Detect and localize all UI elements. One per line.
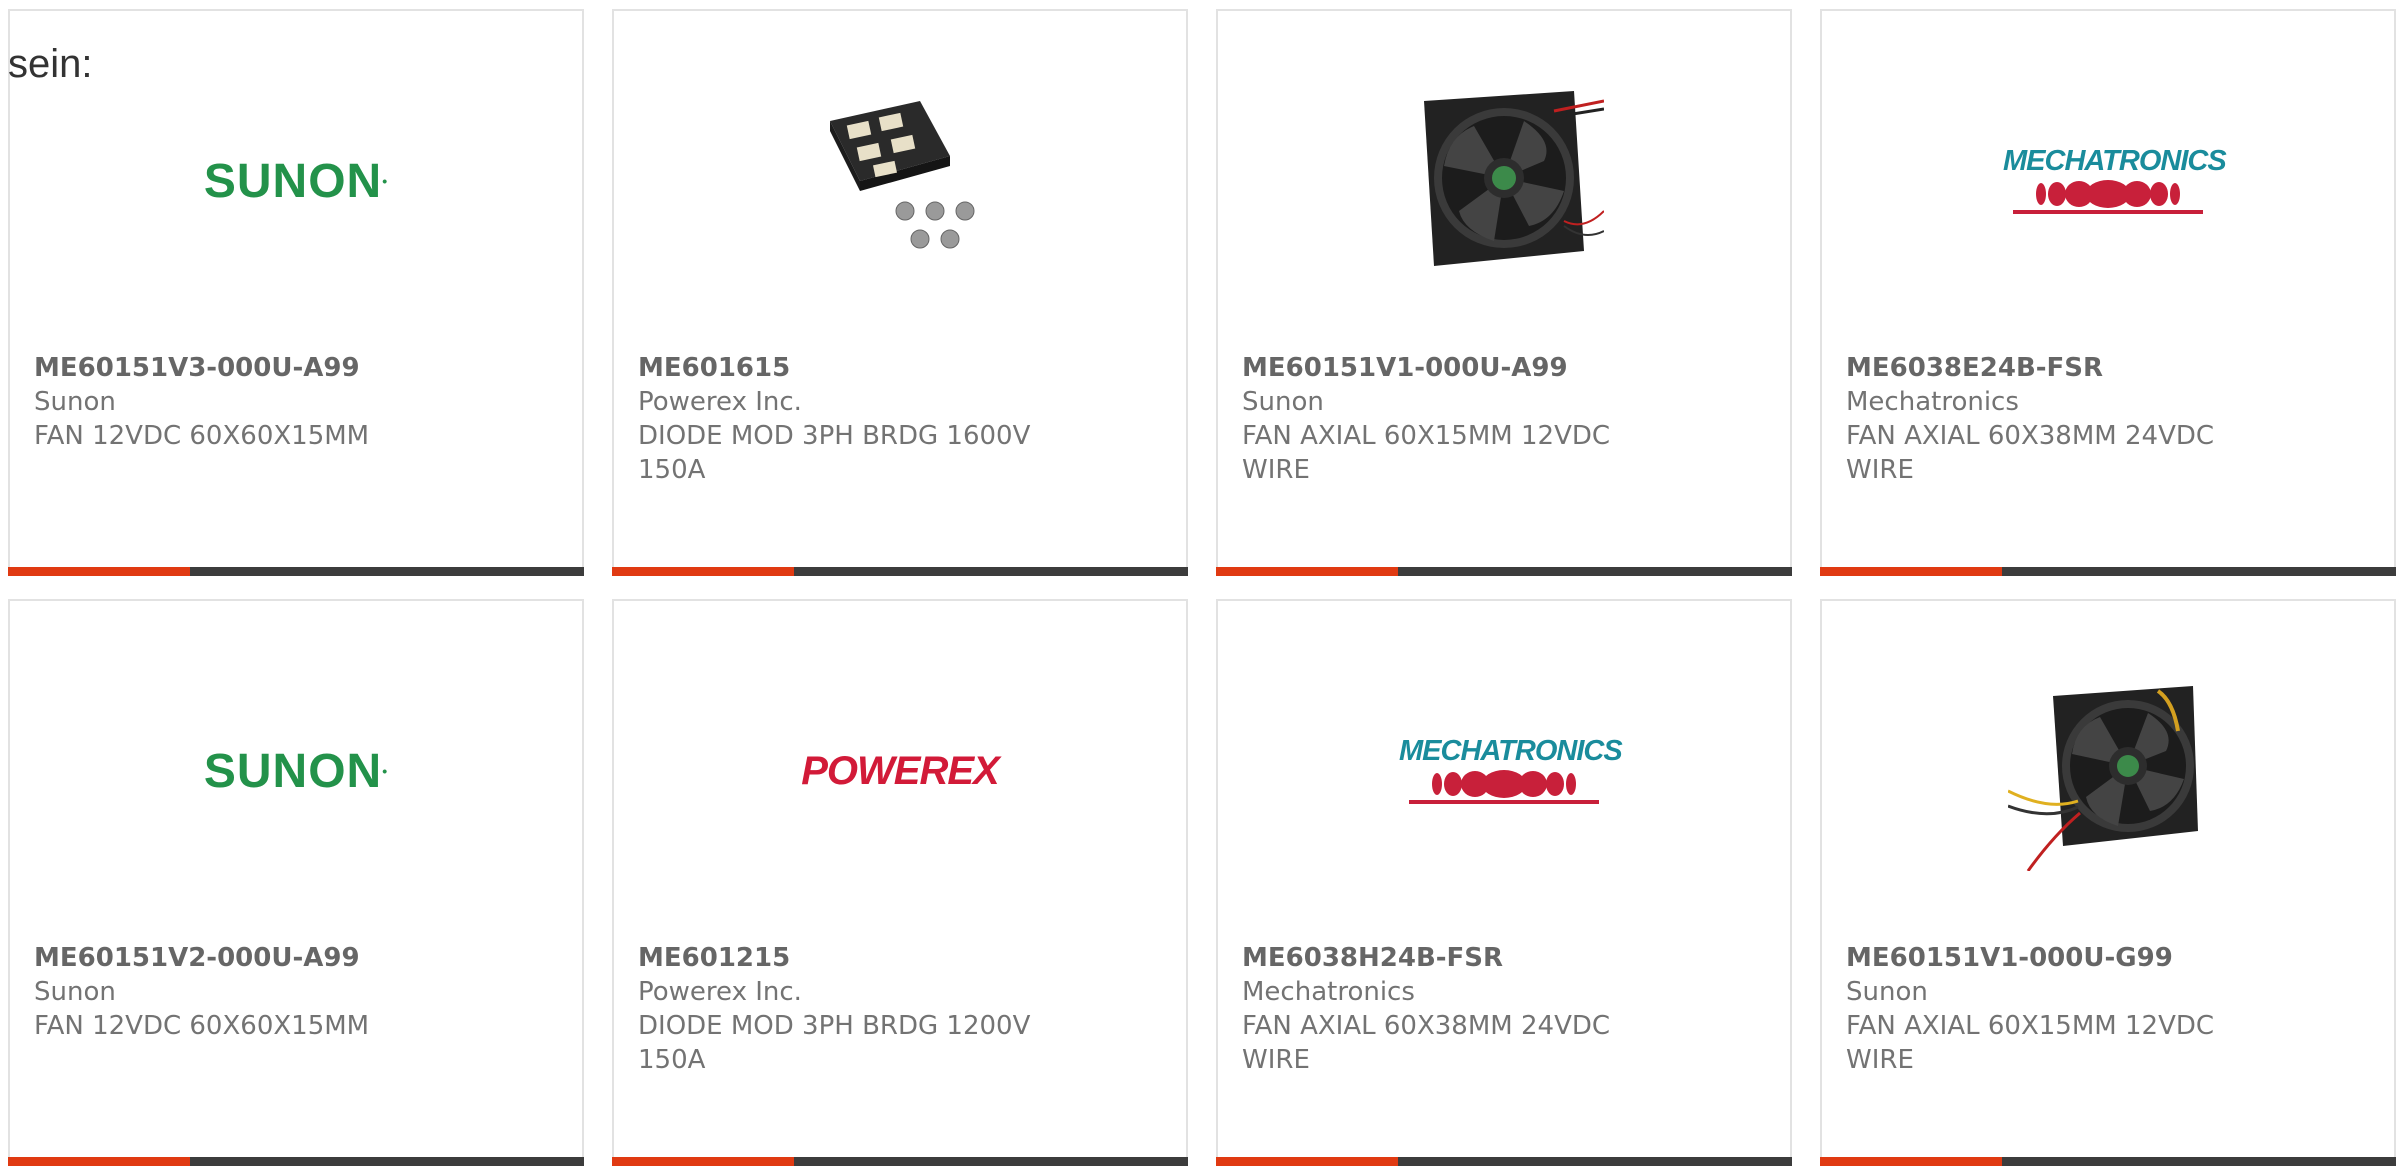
fan-icon (2008, 686, 2198, 871)
card-footer-bar (8, 567, 584, 576)
card-footer-bar (1820, 1157, 2396, 1166)
product-card[interactable]: SUNON • ME60151V3-000U-A99 Sunon FAN 12VD… (8, 9, 584, 576)
card-footer-accent (1820, 1157, 2002, 1166)
part-number: ME60151V1-000U-A99 (1242, 353, 1568, 383)
part-number: ME6038E24B-FSR (1846, 353, 2104, 383)
product-card[interactable]: ME60151V1-000U-A99 Sunon FAN AXIAL 60X15… (1216, 9, 1792, 576)
description: FAN AXIAL 60X15MM 12VDC WIRE (1846, 1011, 2215, 1075)
powerex-logo-text: POWEREX (801, 748, 999, 793)
description: DIODE MOD 3PH BRDG 1600V 150A (638, 421, 1031, 485)
card-footer-bar (612, 1157, 1188, 1166)
card-footer-bar (1820, 567, 2396, 576)
sunon-logo-text: SUNON (203, 154, 383, 208)
mechatronics-emblem-icon (1409, 769, 1599, 804)
part-number: ME6038H24B-FSR (1242, 943, 1504, 973)
diode-module-icon (830, 101, 975, 249)
manufacturer: Sunon (34, 387, 116, 417)
product-card[interactable]: MECHATRONICS ME6038H24B-FSR Mechatronics… (1216, 599, 1792, 1166)
card-footer-accent (612, 567, 794, 576)
fan-icon (1424, 91, 1604, 266)
description: DIODE MOD 3PH BRDG 1200V 150A (638, 1011, 1031, 1075)
description: FAN 12VDC 60X60X15MM (34, 421, 370, 451)
card-footer-accent (1216, 1157, 1398, 1166)
manufacturer: Powerex Inc. (638, 387, 802, 417)
manufacturer: Mechatronics (1242, 977, 1415, 1007)
manufacturer: Sunon (1242, 387, 1324, 417)
manufacturer: Sunon (1846, 977, 1928, 1007)
diode-module-image (614, 71, 1186, 291)
manufacturer: Sunon (34, 977, 116, 1007)
fan-image (1822, 661, 2394, 881)
description: FAN AXIAL 60X38MM 24VDC WIRE (1846, 421, 2215, 485)
sunon-logo: SUNON • (203, 154, 389, 208)
card-footer-accent (8, 1157, 190, 1166)
part-number: ME601615 (638, 353, 791, 383)
card-footer-bar (1216, 567, 1792, 576)
card-footer-accent (612, 1157, 794, 1166)
description: FAN AXIAL 60X15MM 12VDC WIRE (1242, 421, 1611, 485)
part-number: ME60151V1-000U-G99 (1846, 943, 2173, 973)
part-number: ME601215 (638, 943, 791, 973)
product-card[interactable]: POWEREX ME601215 Powerex Inc. DIODE MOD … (612, 599, 1188, 1166)
mechatronics-logo: MECHATRONICS (1822, 71, 2394, 291)
intro-text: sein: (8, 42, 93, 86)
card-footer-bar (8, 1157, 584, 1166)
card-footer-bar (1216, 1157, 1792, 1166)
description: FAN AXIAL 60X38MM 24VDC WIRE (1242, 1011, 1611, 1075)
product-card[interactable]: ME601615 Powerex Inc. DIODE MOD 3PH BRDG… (612, 9, 1188, 576)
sunon-logo: SUNON • (203, 744, 389, 798)
mechatronics-emblem-icon (2013, 179, 2203, 214)
manufacturer: Mechatronics (1846, 387, 2019, 417)
card-footer-accent (1216, 567, 1398, 576)
product-card[interactable]: ME60151V1-000U-G99 Sunon FAN AXIAL 60X15… (1820, 599, 2396, 1166)
fan-image (1218, 71, 1790, 291)
part-number: ME60151V3-000U-A99 (34, 353, 360, 383)
card-footer-accent (1820, 567, 2002, 576)
mechatronics-logo: MECHATRONICS (1218, 661, 1790, 881)
product-grid: SUNON • ME60151V3-000U-A99 Sunon FAN 12VD… (8, 9, 2400, 1166)
description: FAN 12VDC 60X60X15MM (34, 1011, 370, 1041)
sunon-logo-text: SUNON (203, 744, 383, 798)
card-footer-accent (8, 567, 190, 576)
powerex-logo: POWEREX (614, 661, 1186, 881)
mechatronics-logo-text: MECHATRONICS (1399, 734, 1623, 767)
product-card[interactable]: SUNON • ME60151V2-000U-A99 Sunon FAN 12VD… (8, 599, 584, 1166)
mechatronics-logo-text: MECHATRONICS (2003, 144, 2227, 177)
part-number: ME60151V2-000U-A99 (34, 943, 360, 973)
product-card[interactable]: MECHATRONICS ME6038E24B-FSR Mechatronics… (1820, 9, 2396, 576)
manufacturer: Powerex Inc. (638, 977, 802, 1007)
card-footer-bar (612, 567, 1188, 576)
